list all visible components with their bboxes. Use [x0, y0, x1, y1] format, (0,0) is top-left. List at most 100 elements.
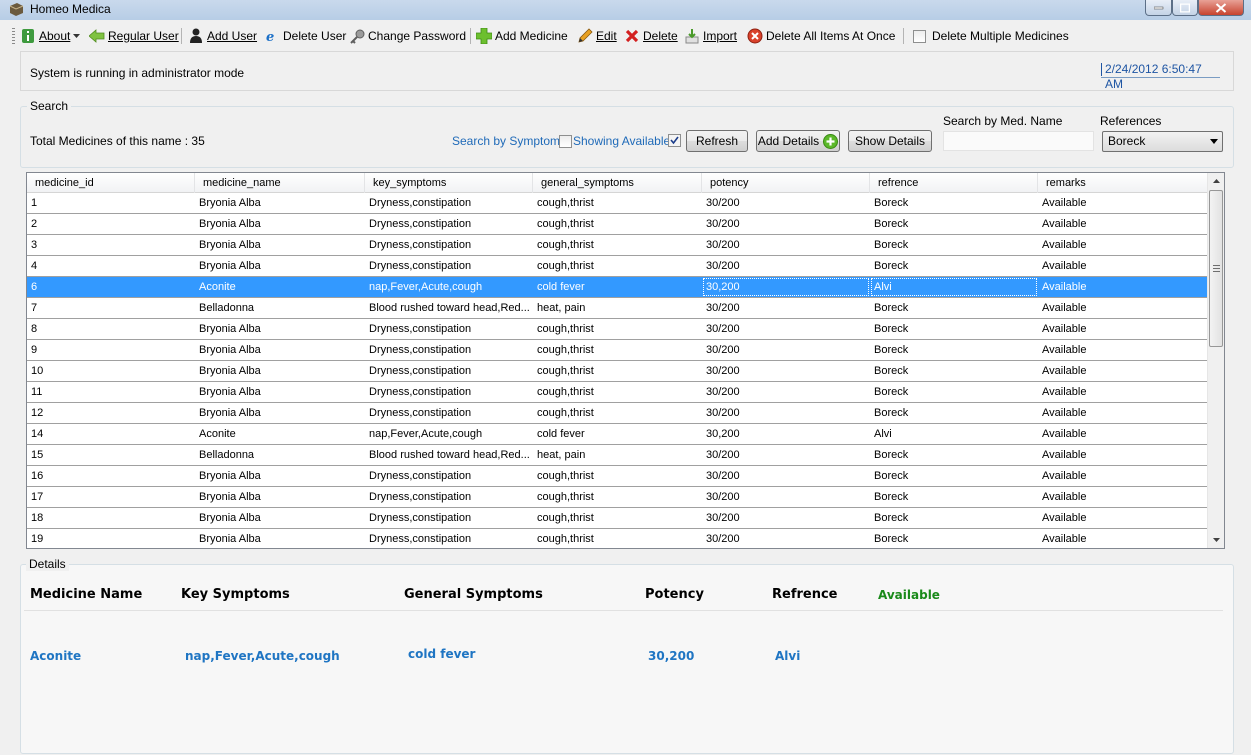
cell-general-symptoms[interactable]: cough,thrist [533, 466, 702, 486]
delete-button[interactable]: Delete [624, 27, 678, 45]
cell-medicine-name[interactable]: Bryonia Alba [195, 235, 365, 255]
cell-medicine-name[interactable]: Aconite [195, 277, 365, 297]
scroll-up-button[interactable] [1208, 173, 1224, 189]
cell-medicine-id[interactable]: 16 [27, 466, 195, 486]
available-filter-checkbox[interactable] [668, 134, 681, 150]
table-row[interactable]: 16 Bryonia Alba Dryness,constipation cough,… [27, 466, 1208, 487]
column-header-refrence[interactable]: refrence [870, 173, 1038, 193]
cell-medicine-id[interactable]: 10 [27, 361, 195, 381]
cell-medicine-name[interactable]: Bryonia Alba [195, 361, 365, 381]
cell-medicine-name[interactable]: Bryonia Alba [195, 529, 365, 548]
table-row[interactable]: 4 Bryonia Alba Dryness,constipation cough,t… [27, 256, 1208, 277]
cell-key-symptoms[interactable]: Dryness,constipation [365, 487, 533, 507]
add-medicine-button[interactable]: Add Medicine [476, 27, 568, 45]
cell-medicine-name[interactable]: Bryonia Alba [195, 340, 365, 360]
cell-medicine-id[interactable]: 14 [27, 424, 195, 444]
scroll-down-button[interactable] [1208, 532, 1224, 548]
delete-all-button[interactable]: Delete All Items At Once [747, 27, 895, 45]
cell-key-symptoms[interactable]: Blood rushed toward head,Red... [365, 298, 533, 318]
close-button[interactable] [1198, 0, 1244, 16]
column-header-general-symptoms[interactable]: general_symptoms [533, 173, 702, 193]
search-by-symptoms-link[interactable]: Search by Symptoms [452, 134, 566, 148]
cell-refrence[interactable]: Boreck [870, 319, 1038, 339]
search-by-name-input[interactable] [943, 131, 1094, 151]
refresh-button[interactable]: Refresh [686, 130, 748, 152]
table-row[interactable]: 17 Bryonia Alba Dryness,constipation cough,… [27, 487, 1208, 508]
cell-medicine-id[interactable]: 4 [27, 256, 195, 276]
regular-user-button[interactable]: Regular User [89, 27, 179, 45]
cell-key-symptoms[interactable]: Dryness,constipation [365, 193, 533, 213]
cell-remarks[interactable]: Available [1038, 487, 1208, 507]
cell-refrence[interactable]: Boreck [870, 403, 1038, 423]
cell-general-symptoms[interactable]: cough,thrist [533, 361, 702, 381]
cell-medicine-id[interactable]: 19 [27, 529, 195, 548]
delete-user-button[interactable]: e Delete User [264, 27, 346, 45]
cell-medicine-name[interactable]: Bryonia Alba [195, 382, 365, 402]
add-user-button[interactable]: Add User [188, 27, 257, 45]
showing-available-checkbox[interactable]: Showing Available [559, 134, 670, 148]
cell-potency[interactable]: 30/200 [702, 340, 870, 360]
column-header-medicine-id[interactable]: medicine_id [27, 173, 195, 193]
cell-potency[interactable]: 30/200 [702, 445, 870, 465]
table-row[interactable]: 7 Belladonna Blood rushed toward head,Red.… [27, 298, 1208, 319]
cell-potency[interactable]: 30/200 [702, 235, 870, 255]
table-row[interactable]: 3 Bryonia Alba Dryness,constipation cough,t… [27, 235, 1208, 256]
cell-general-symptoms[interactable]: cough,thrist [533, 529, 702, 548]
cell-key-symptoms[interactable]: Dryness,constipation [365, 466, 533, 486]
cell-refrence[interactable]: Boreck [870, 214, 1038, 234]
column-header-remarks[interactable]: remarks [1038, 173, 1208, 193]
cell-medicine-id[interactable]: 18 [27, 508, 195, 528]
cell-refrence[interactable]: Boreck [870, 487, 1038, 507]
cell-medicine-id[interactable]: 1 [27, 193, 195, 213]
cell-general-symptoms[interactable]: cough,thrist [533, 508, 702, 528]
table-row[interactable]: 18 Bryonia Alba Dryness,constipation cough,… [27, 508, 1208, 529]
cell-potency[interactable]: 30/200 [702, 298, 870, 318]
scroll-thumb[interactable] [1209, 190, 1223, 347]
change-password-button[interactable]: Change Password [349, 27, 466, 45]
cell-key-symptoms[interactable]: Dryness,constipation [365, 256, 533, 276]
cell-general-symptoms[interactable]: cough,thrist [533, 214, 702, 234]
table-row[interactable]: 10 Bryonia Alba Dryness,constipation cough,… [27, 361, 1208, 382]
cell-remarks[interactable]: Available [1038, 256, 1208, 276]
column-header-key-symptoms[interactable]: key_symptoms [365, 173, 533, 193]
cell-medicine-id[interactable]: 17 [27, 487, 195, 507]
cell-refrence[interactable]: Boreck [870, 508, 1038, 528]
table-row[interactable]: 14 Aconite nap,Fever,Acute,cough cold fever… [27, 424, 1208, 445]
table-row[interactable]: 11 Bryonia Alba Dryness,constipation cough,… [27, 382, 1208, 403]
cell-key-symptoms[interactable]: Blood rushed toward head,Red... [365, 445, 533, 465]
cell-key-symptoms[interactable]: Dryness,constipation [365, 214, 533, 234]
cell-general-symptoms[interactable]: cough,thrist [533, 403, 702, 423]
cell-general-symptoms[interactable]: cough,thrist [533, 487, 702, 507]
cell-refrence[interactable]: Boreck [870, 235, 1038, 255]
cell-potency[interactable]: 30/200 [702, 508, 870, 528]
cell-key-symptoms[interactable]: Dryness,constipation [365, 403, 533, 423]
cell-remarks[interactable]: Available [1038, 277, 1208, 297]
table-row[interactable]: 15 Belladonna Blood rushed toward head,Red… [27, 445, 1208, 466]
cell-remarks[interactable]: Available [1038, 361, 1208, 381]
table-row[interactable]: 19 Bryonia Alba Dryness,constipation cough,… [27, 529, 1208, 548]
date-time-picker[interactable]: 2/24/2012 6:50:47 AM [1101, 62, 1220, 91]
cell-general-symptoms[interactable]: cough,thrist [533, 382, 702, 402]
cell-remarks[interactable]: Available [1038, 424, 1208, 444]
cell-medicine-name[interactable]: Bryonia Alba [195, 403, 365, 423]
cell-medicine-name[interactable]: Bryonia Alba [195, 508, 365, 528]
add-details-button[interactable]: Add Details [756, 130, 840, 152]
cell-key-symptoms[interactable]: Dryness,constipation [365, 382, 533, 402]
cell-refrence[interactable]: Boreck [870, 361, 1038, 381]
medicines-grid[interactable]: medicine_id medicine_name key_symptoms gene… [26, 172, 1225, 549]
cell-general-symptoms[interactable]: cold fever [533, 277, 702, 297]
cell-medicine-name[interactable]: Bryonia Alba [195, 466, 365, 486]
table-row[interactable]: 12 Bryonia Alba Dryness,constipation cough,… [27, 403, 1208, 424]
cell-medicine-name[interactable]: Bryonia Alba [195, 319, 365, 339]
cell-remarks[interactable]: Available [1038, 319, 1208, 339]
cell-medicine-name[interactable]: Belladonna [195, 298, 365, 318]
import-button[interactable]: Import [684, 27, 737, 45]
vertical-scrollbar[interactable] [1207, 173, 1224, 548]
cell-refrence[interactable]: Boreck [870, 193, 1038, 213]
cell-medicine-id[interactable]: 15 [27, 445, 195, 465]
cell-potency[interactable]: 30/200 [702, 529, 870, 548]
cell-key-symptoms[interactable]: Dryness,constipation [365, 508, 533, 528]
delete-multiple-checkbox[interactable]: Delete Multiple Medicines [913, 27, 1069, 45]
cell-medicine-name[interactable]: Aconite [195, 424, 365, 444]
column-header-medicine-name[interactable]: medicine_name [195, 173, 365, 193]
